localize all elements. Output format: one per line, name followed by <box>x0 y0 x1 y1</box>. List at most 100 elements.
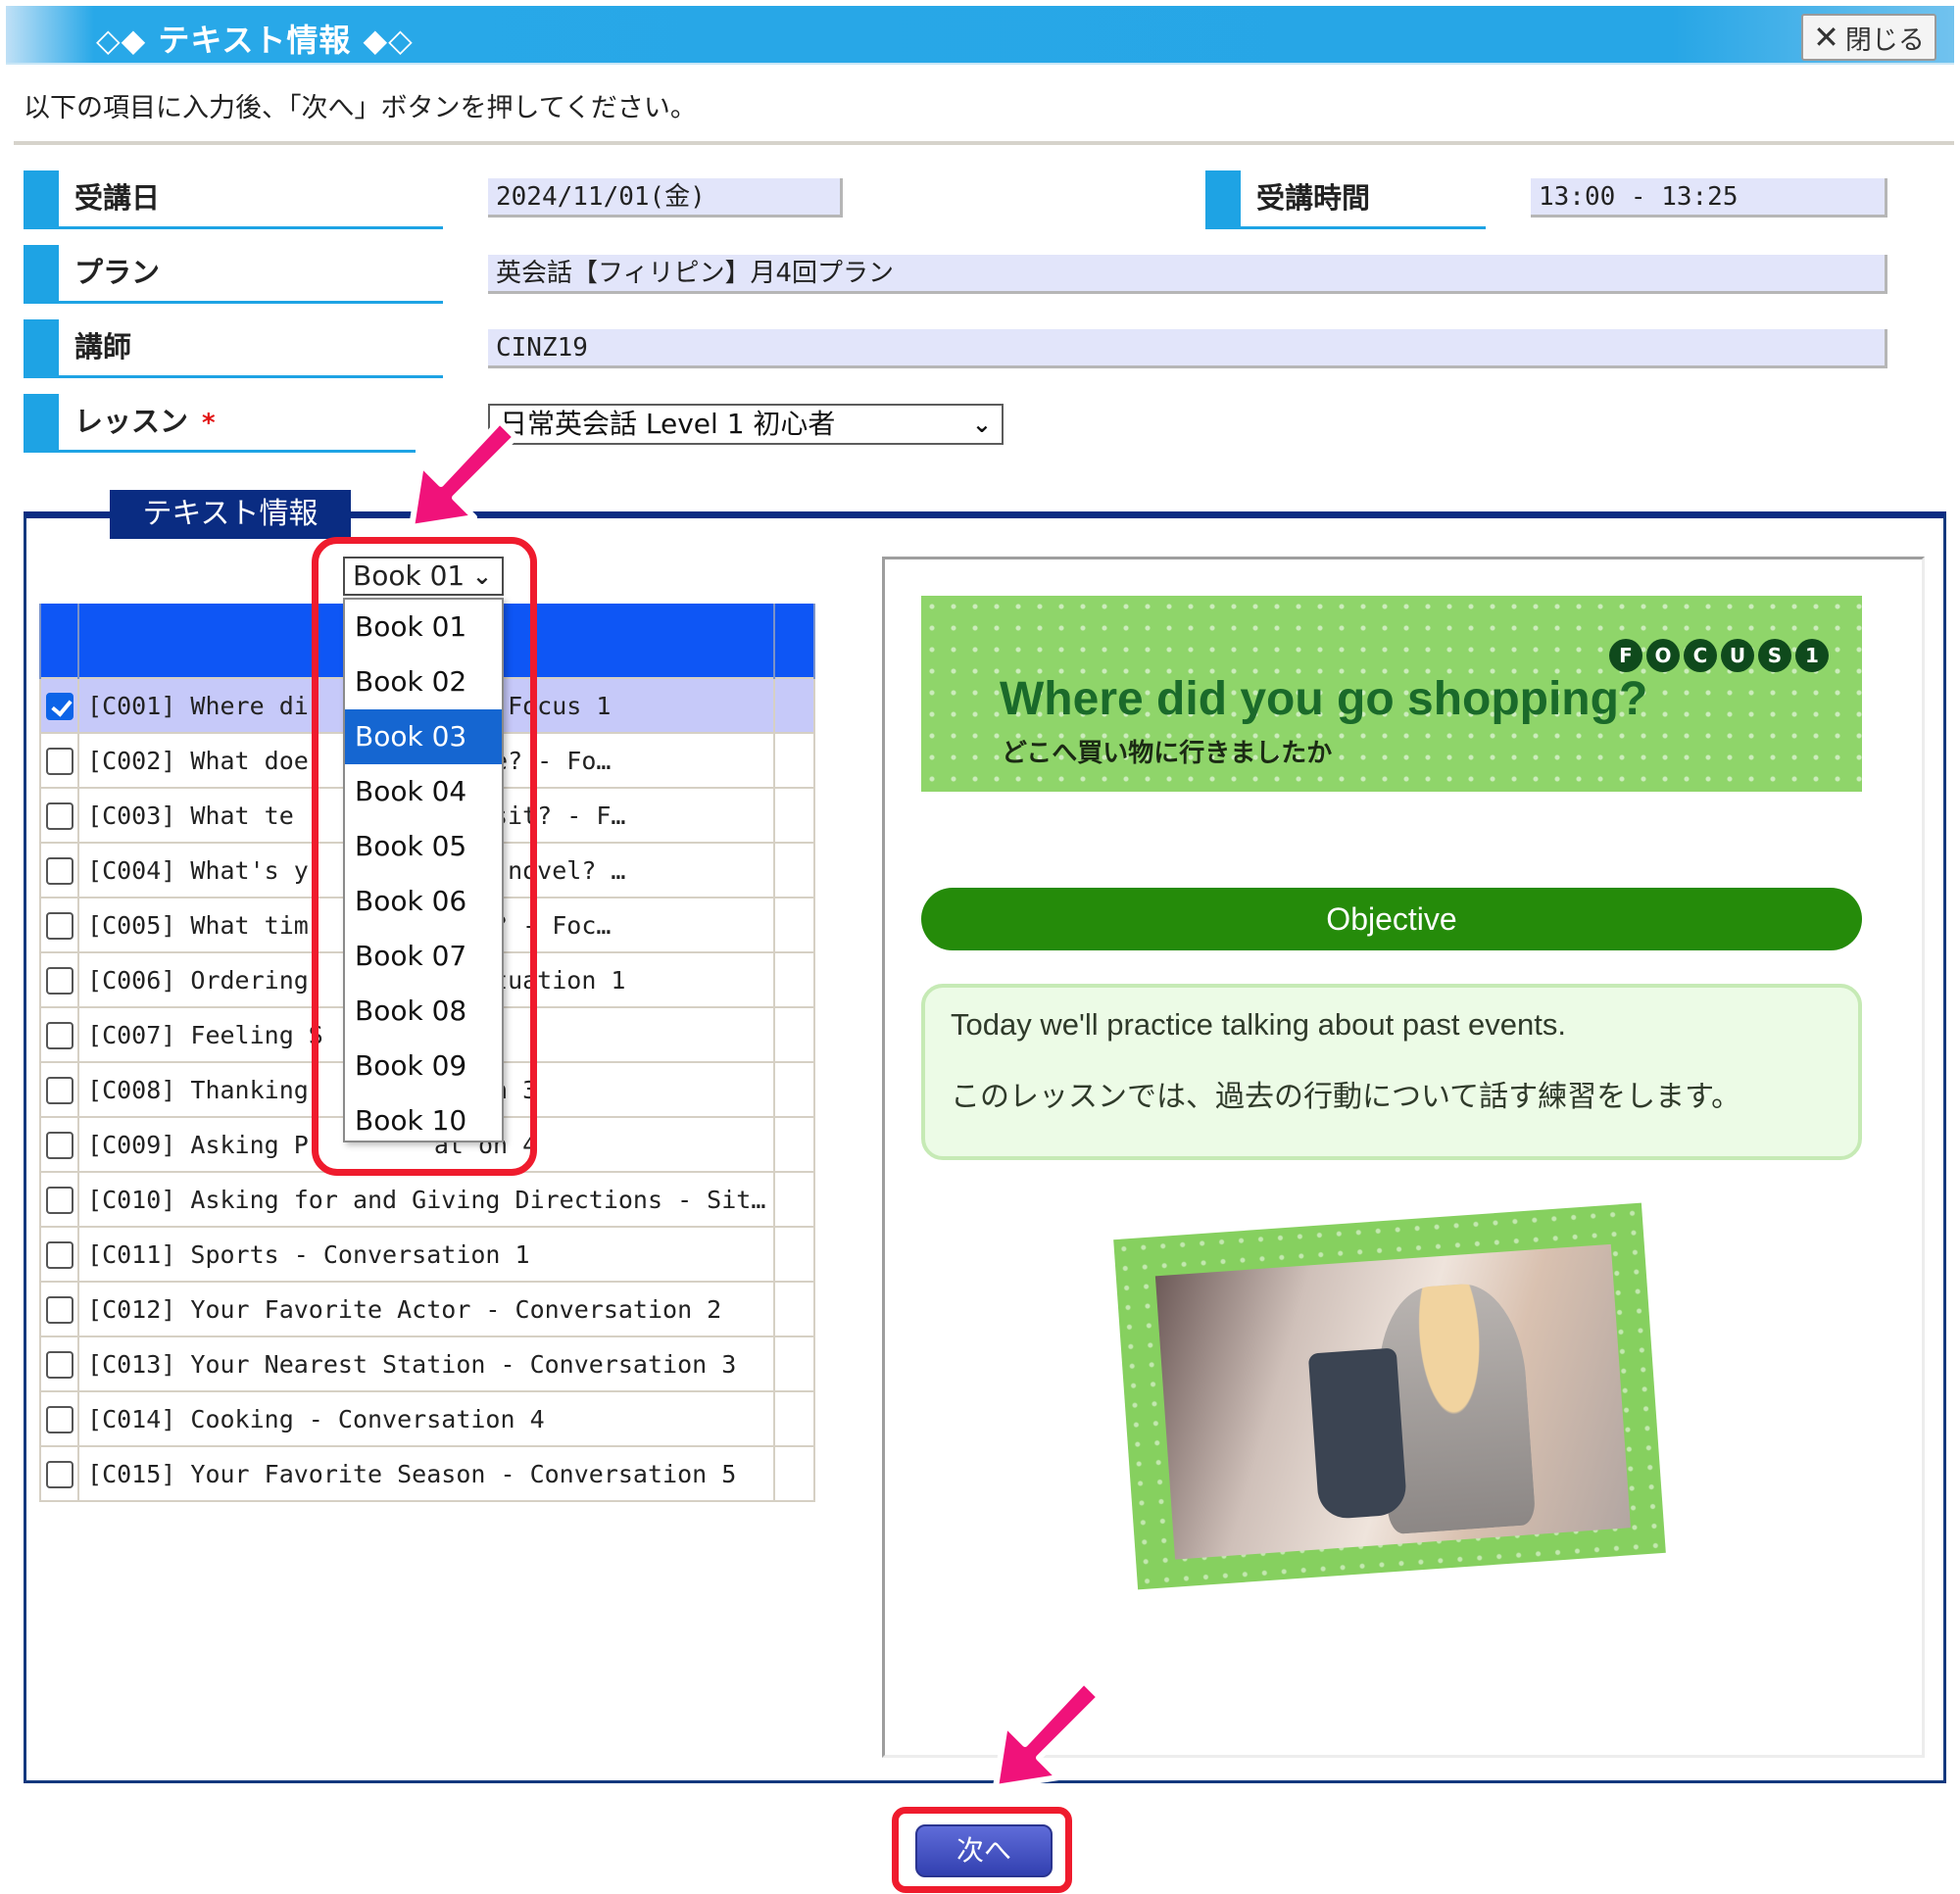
lesson-title: [C010] Asking for and Giving Directions … <box>77 1171 776 1228</box>
table-row[interactable]: [C012] Your Favorite Actor - Conversatio… <box>38 1281 815 1337</box>
row-extra-cell <box>773 1445 815 1502</box>
photo-clothing <box>1307 1347 1408 1521</box>
lesson-checkbox[interactable] <box>45 1461 74 1488</box>
row-extra-cell <box>773 1390 815 1447</box>
plan-value: 英会話【フィリピン】月4回プラン <box>488 255 1887 294</box>
lesson-title-text: [C008] Thanking <box>87 1075 309 1104</box>
shopping-photo <box>1154 1243 1631 1560</box>
focus-badge-letter: S <box>1758 639 1791 672</box>
close-button[interactable]: ✕ 閉じる <box>1801 14 1936 61</box>
lesson-checkbox[interactable] <box>45 912 74 940</box>
row-checkbox-cell <box>38 677 80 734</box>
row-checkbox-cell <box>38 1445 80 1502</box>
lesson-checkbox[interactable] <box>45 693 74 720</box>
lesson-title-text: [C001] Where di <box>87 691 309 720</box>
date-value: 2024/11/01(金) <box>488 178 843 218</box>
lesson-checkbox[interactable] <box>45 1187 74 1214</box>
lesson-checkbox[interactable] <box>45 1296 74 1324</box>
table-row[interactable]: [C010] Asking for and Giving Directions … <box>38 1171 815 1228</box>
lesson-title-text: [C013] Your Nearest Station - Conversati… <box>87 1349 737 1379</box>
next-button[interactable]: 次へ <box>915 1824 1053 1877</box>
lesson-title-text: [C011] Sports - Conversation 1 <box>87 1239 530 1269</box>
row-checkbox-cell <box>38 787 80 844</box>
lesson-checkbox[interactable] <box>45 1022 74 1049</box>
row-checkbox-cell <box>38 1390 80 1447</box>
lesson-checkbox[interactable] <box>45 748 74 775</box>
row-extra-cell <box>773 1171 815 1228</box>
chevron-down-icon: ⌄ <box>971 411 992 438</box>
table-row[interactable]: [C015] Your Favorite Season - Conversati… <box>38 1445 815 1502</box>
teacher-label: 講師 <box>24 319 443 378</box>
teacher-value: CINZ19 <box>488 329 1887 368</box>
date-label: 受講日 <box>24 170 443 229</box>
lesson-label: レッスン * <box>24 394 416 453</box>
close-button-label: 閉じる <box>1844 24 1925 56</box>
focus-badge-group: FOCUS1 <box>1609 639 1829 672</box>
row-checkbox-cell <box>38 1281 80 1337</box>
focus-badge-letter: O <box>1646 639 1680 672</box>
title-bar: ◇◆ テキスト情報 ◆◇ ✕ 閉じる <box>6 6 1954 65</box>
lesson-title-text: [C003] What te <box>87 801 294 830</box>
row-checkbox-cell <box>38 842 80 898</box>
pointer-arrow-icon <box>409 418 518 530</box>
row-checkbox-cell <box>38 732 80 789</box>
row-checkbox-cell <box>38 1116 80 1173</box>
row-checkbox-cell <box>38 1061 80 1118</box>
plan-label: プラン <box>24 245 443 304</box>
lesson-title-text: [C015] Your Favorite Season - Conversati… <box>87 1459 737 1488</box>
lesson-select-value: 日常英会話 Level 1 初心者 <box>500 408 836 440</box>
objective-text-en: Today we'll practice talking about past … <box>951 1007 1566 1042</box>
row-extra-cell <box>773 1226 815 1283</box>
row-extra-cell <box>773 842 815 898</box>
row-extra-cell <box>773 951 815 1008</box>
table-row[interactable]: [C014] Cooking - Conversation 4 <box>38 1390 815 1447</box>
text-info-legend: テキスト情報 <box>110 490 351 539</box>
row-extra-cell <box>773 1336 815 1392</box>
row-extra-cell <box>773 677 815 734</box>
pointer-arrow-icon <box>993 1678 1102 1790</box>
time-label: 受講時間 <box>1205 170 1486 229</box>
lesson-title-text: [C009] Asking P <box>87 1130 309 1159</box>
lesson-checkbox[interactable] <box>45 967 74 995</box>
lesson-title: [C011] Sports - Conversation 1 <box>77 1226 776 1283</box>
row-extra-cell <box>773 897 815 953</box>
row-extra-cell <box>773 1116 815 1173</box>
lesson-checkbox[interactable] <box>45 1241 74 1269</box>
focus-badge-letter: C <box>1684 639 1717 672</box>
lesson-select[interactable]: 日常英会話 Level 1 初心者 ⌄ <box>488 404 1004 445</box>
focus-badge-letter: F <box>1609 639 1642 672</box>
lesson-checkbox[interactable] <box>45 1077 74 1104</box>
lesson-banner: FOCUS1 Where did you go shopping? どこへ買い物… <box>921 596 1862 792</box>
objective-text-ja: このレッスンでは、過去の行動について話す練習をします。 <box>951 1081 1741 1113</box>
row-extra-cell <box>773 1006 815 1063</box>
dropdown-highlight-frame <box>312 537 537 1176</box>
lesson-title-text: [C005] What tim <box>87 910 309 940</box>
lesson-title-text: [C012] Your Favorite Actor - Conversatio… <box>87 1294 722 1324</box>
focus-badge-letter: U <box>1721 639 1754 672</box>
table-row[interactable]: [C011] Sports - Conversation 1 <box>38 1226 815 1283</box>
row-checkbox-cell <box>38 1171 80 1228</box>
table-row[interactable]: [C013] Your Nearest Station - Conversati… <box>38 1336 815 1392</box>
instruction-text: 以下の項目に入力後、「次へ」ボタンを押してください。 <box>24 93 697 123</box>
objective-heading: Objective <box>921 888 1862 950</box>
row-checkbox-cell <box>38 951 80 1008</box>
row-checkbox-cell <box>38 1006 80 1063</box>
divider <box>14 141 1954 145</box>
lesson-checkbox[interactable] <box>45 802 74 830</box>
lesson-checkbox[interactable] <box>45 857 74 885</box>
lesson-checkbox[interactable] <box>45 1132 74 1159</box>
lesson-title-text: [C014] Cooking - Conversation 4 <box>87 1404 545 1433</box>
lesson-checkbox[interactable] <box>45 1406 74 1433</box>
lesson-title-text: [C004] What's y <box>87 855 309 885</box>
objective-box: Today we'll practice talking about past … <box>921 984 1862 1160</box>
row-extra-cell <box>773 787 815 844</box>
row-extra-cell <box>773 732 815 789</box>
lesson-title: [C014] Cooking - Conversation 4 <box>77 1390 776 1447</box>
banner-title: Where did you go shopping? <box>1000 673 1648 725</box>
lesson-checkbox[interactable] <box>45 1351 74 1379</box>
banner-subtitle: どこへ買い物に行きましたか <box>1002 739 1333 768</box>
lesson-label-text: レッスン <box>74 405 189 438</box>
row-checkbox-cell <box>38 1336 80 1392</box>
lesson-title-text: [C002] What doe <box>87 746 309 775</box>
close-icon: ✕ <box>1813 19 1839 56</box>
